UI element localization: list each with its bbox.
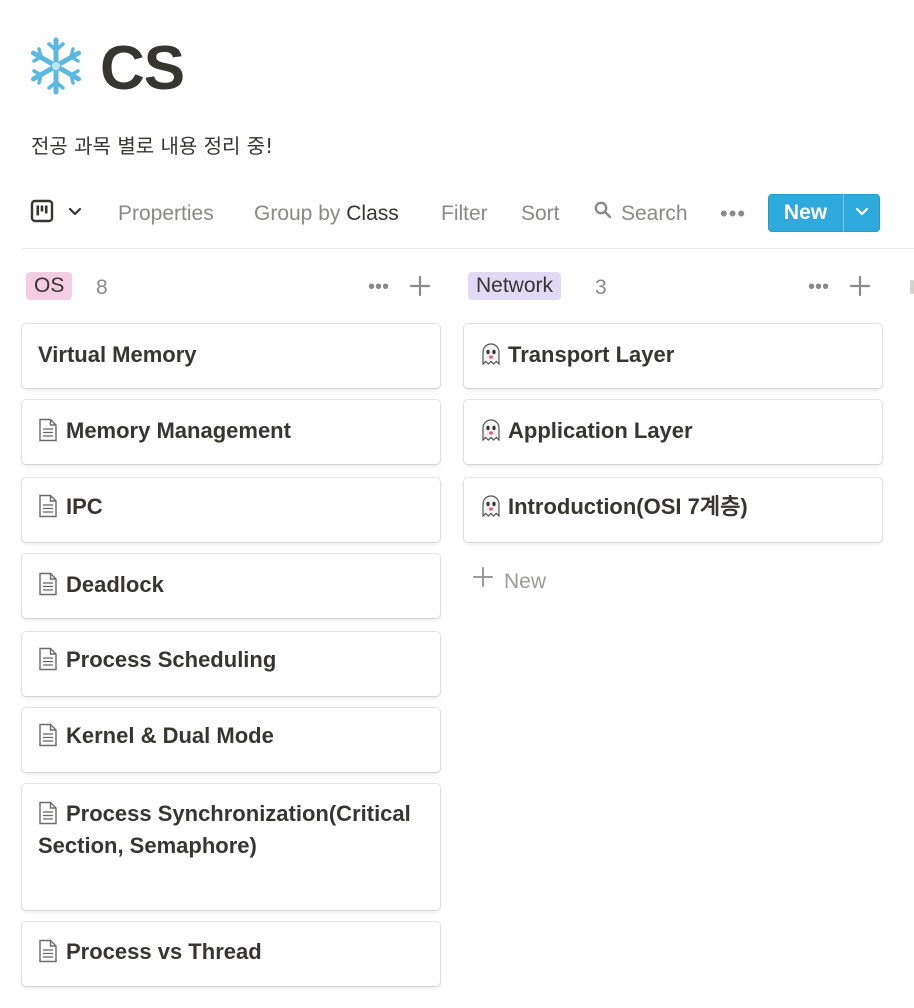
add-new-card-button[interactable]: New: [472, 566, 546, 597]
new-template-dropdown[interactable]: [844, 194, 880, 232]
page-description[interactable]: 전공 과목 별로 내용 정리 중!: [31, 132, 273, 160]
document-icon: [38, 572, 58, 596]
card-title-row: Transport Layer: [480, 339, 866, 371]
document-icon: [38, 647, 58, 671]
board-card[interactable]: Deadlock: [22, 554, 440, 618]
search-button[interactable]: Search: [593, 200, 688, 228]
new-button-group: New: [768, 194, 880, 232]
card-title: Kernel & Dual Mode: [66, 723, 274, 748]
card-title-row: Process Synchronization(Critical Section…: [38, 798, 424, 862]
document-icon: [38, 801, 58, 825]
card-title: Transport Layer: [508, 342, 675, 367]
filter-button[interactable]: Filter: [441, 200, 488, 228]
card-title-row: Memory Management: [38, 415, 424, 447]
ghost-icon: [480, 494, 502, 518]
card-title-row: Deadlock: [38, 569, 424, 601]
group-by-value: Class: [346, 202, 399, 225]
column-more-icon[interactable]: •••: [368, 274, 389, 300]
chevron-down-icon: [855, 204, 869, 222]
group-by-label: Group by: [254, 202, 341, 225]
page-title[interactable]: CS: [100, 34, 185, 104]
sort-button[interactable]: Sort: [521, 200, 560, 228]
column-count: 8: [96, 276, 108, 299]
snowflake-icon[interactable]: [26, 36, 86, 96]
document-icon: [38, 418, 58, 442]
card-title: Memory Management: [66, 418, 291, 443]
board-card[interactable]: Process Synchronization(Critical Section…: [22, 784, 440, 910]
card-title: Introduction(OSI 7계층): [508, 494, 748, 519]
board-column-os: OS 8 •••: [22, 268, 440, 306]
plus-icon[interactable]: [848, 274, 872, 298]
column-tag[interactable]: OS: [26, 272, 73, 300]
group-by-button[interactable]: Group by Class: [254, 200, 399, 228]
board-card[interactable]: Process vs Thread: [22, 922, 440, 986]
next-column-edge: [910, 280, 914, 294]
card-title-row: Process vs Thread: [38, 936, 424, 968]
plus-icon[interactable]: [408, 274, 432, 298]
column-count: 3: [595, 276, 607, 299]
ghost-icon: [480, 342, 502, 366]
document-icon: [38, 723, 58, 747]
chevron-down-icon: [68, 204, 82, 222]
view-switcher[interactable]: [30, 198, 82, 228]
card-title: Process Scheduling: [66, 647, 277, 672]
card-title: Process vs Thread: [66, 939, 262, 964]
column-more-icon[interactable]: •••: [808, 274, 829, 300]
board-card[interactable]: Virtual Memory: [22, 324, 440, 388]
board-card[interactable]: Memory Management: [22, 400, 440, 464]
card-title-row: Introduction(OSI 7계층): [480, 491, 866, 523]
plus-icon: [472, 566, 494, 597]
document-icon: [38, 939, 58, 963]
board-card[interactable]: Introduction(OSI 7계층): [464, 478, 882, 542]
new-button[interactable]: New: [768, 194, 843, 232]
column-tag[interactable]: Network: [468, 272, 562, 300]
card-title: Application Layer: [508, 418, 693, 443]
board-card[interactable]: IPC: [22, 478, 440, 542]
card-title-row: Application Layer: [480, 415, 866, 447]
card-title: Virtual Memory: [38, 342, 197, 367]
document-icon: [38, 494, 58, 518]
properties-button[interactable]: Properties: [118, 200, 214, 228]
card-title-row: Process Scheduling: [38, 644, 424, 676]
board-page: CS 전공 과목 별로 내용 정리 중! Properties Group by: [0, 0, 914, 1008]
card-title: Process Synchronization(Critical Section…: [38, 801, 411, 858]
database-toolbar: Properties Group by Class Filter Sort Se…: [22, 192, 914, 236]
search-icon: [593, 200, 613, 228]
toolbar-divider: [22, 248, 914, 249]
card-title-row: Kernel & Dual Mode: [38, 720, 424, 752]
column-header: Network 3 •••: [464, 268, 882, 306]
card-title: Deadlock: [66, 572, 164, 597]
more-options-icon[interactable]: •••: [720, 200, 746, 228]
ghost-icon: [480, 418, 502, 442]
column-header: OS 8 •••: [22, 268, 440, 306]
search-label: Search: [621, 202, 688, 225]
board-card[interactable]: Application Layer: [464, 400, 882, 464]
board-view-icon: [30, 199, 54, 228]
card-title-row: IPC: [38, 491, 424, 523]
board-column-network: Network 3 •••: [464, 268, 882, 306]
board-card[interactable]: Process Scheduling: [22, 632, 440, 696]
add-new-label: New: [504, 569, 547, 593]
card-title: IPC: [66, 494, 103, 519]
board-card[interactable]: Transport Layer: [464, 324, 882, 388]
board-card[interactable]: Kernel & Dual Mode: [22, 708, 440, 772]
